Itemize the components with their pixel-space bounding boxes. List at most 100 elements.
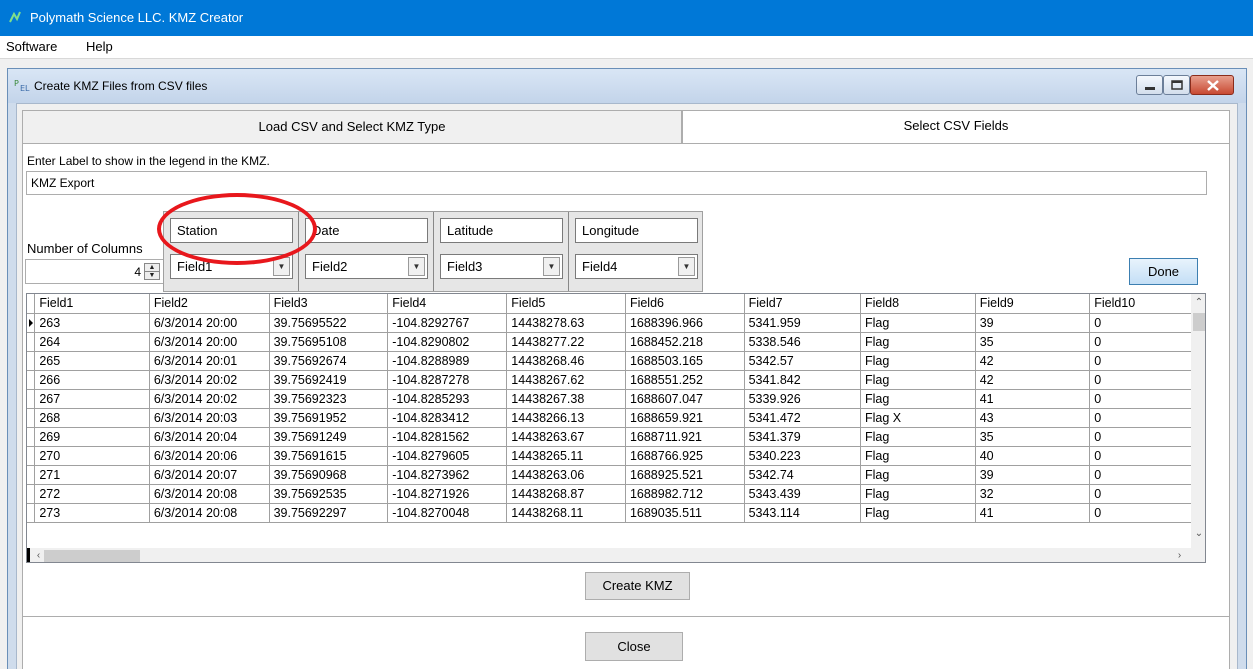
table-cell[interactable]: 0 [1089, 427, 1205, 447]
table-cell[interactable]: 0 [1089, 465, 1205, 485]
table-cell[interactable]: 6/3/2014 20:06 [149, 446, 270, 466]
table-cell[interactable]: 5339.926 [744, 389, 862, 409]
table-cell[interactable]: 0 [1089, 408, 1205, 428]
column-header[interactable]: Field1 [34, 294, 150, 314]
field-name-date[interactable]: Date [305, 218, 428, 243]
table-cell[interactable]: 6/3/2014 20:01 [149, 351, 270, 371]
table-cell[interactable]: Flag [860, 446, 976, 466]
table-cell[interactable]: 0 [1089, 313, 1205, 333]
table-cell[interactable]: 39.75692535 [269, 484, 389, 504]
table-cell[interactable]: 5338.546 [744, 332, 862, 352]
table-cell[interactable]: 35 [975, 332, 1091, 352]
table-cell[interactable]: 1688925.521 [625, 465, 745, 485]
table-cell[interactable]: 267 [34, 389, 150, 409]
table-cell[interactable]: Flag [860, 313, 976, 333]
table-cell[interactable]: 1689035.511 [625, 503, 745, 523]
close-button[interactable]: Close [585, 632, 683, 661]
table-cell[interactable]: 264 [34, 332, 150, 352]
table-cell[interactable]: 6/3/2014 20:02 [149, 370, 270, 390]
table-cell[interactable]: 268 [34, 408, 150, 428]
scroll-down-icon[interactable]: ⌄ [1191, 525, 1205, 542]
table-cell[interactable]: -104.8279605 [387, 446, 508, 466]
table-cell[interactable]: 269 [34, 427, 150, 447]
horizontal-scroll-thumb[interactable] [44, 550, 140, 562]
table-cell[interactable]: 41 [975, 389, 1091, 409]
table-cell[interactable]: 14438268.11 [506, 503, 626, 523]
table-cell[interactable]: Flag [860, 484, 976, 504]
table-cell[interactable]: 5342.74 [744, 465, 862, 485]
chevron-down-icon[interactable]: ▼ [408, 257, 425, 276]
table-cell[interactable]: 39.75695522 [269, 313, 389, 333]
row-header[interactable] [27, 389, 36, 409]
table-cell[interactable]: 0 [1089, 370, 1205, 390]
table-cell[interactable]: Flag X [860, 408, 976, 428]
table-cell[interactable]: 1688711.921 [625, 427, 745, 447]
table-cell[interactable]: -104.8271926 [387, 484, 508, 504]
field-select-longitude[interactable]: Field4 ▼ [575, 254, 698, 279]
table-cell[interactable]: 5341.959 [744, 313, 862, 333]
vertical-scroll-thumb[interactable] [1193, 313, 1205, 331]
create-kmz-button[interactable]: Create KMZ [585, 572, 690, 600]
table-cell[interactable]: 5343.439 [744, 484, 862, 504]
field-name-latitude[interactable]: Latitude [440, 218, 563, 243]
table-cell[interactable]: 5341.472 [744, 408, 862, 428]
table-cell[interactable]: -104.8281562 [387, 427, 508, 447]
table-cell[interactable]: 39.75692419 [269, 370, 389, 390]
vertical-scrollbar[interactable]: ⌃ ⌄ [1191, 294, 1205, 548]
column-header[interactable]: Field5 [506, 294, 626, 314]
table-cell[interactable]: 14438267.38 [506, 389, 626, 409]
table-row[interactable]: 266 6/3/2014 20:02 39.75692419 -104.8287278… [27, 370, 1205, 390]
table-cell[interactable]: 263 [34, 313, 150, 333]
table-row[interactable]: 268 6/3/2014 20:03 39.75691952 -104.8283412… [27, 408, 1205, 428]
column-header[interactable]: Field3 [269, 294, 389, 314]
row-header[interactable] [27, 427, 36, 447]
column-header[interactable]: Field2 [149, 294, 270, 314]
table-cell[interactable]: 39.75692674 [269, 351, 389, 371]
field-select-latitude[interactable]: Field3 ▼ [440, 254, 563, 279]
table-cell[interactable]: 5341.379 [744, 427, 862, 447]
table-cell[interactable]: 41 [975, 503, 1091, 523]
menu-help[interactable]: Help [86, 39, 113, 54]
table-cell[interactable]: 6/3/2014 20:02 [149, 389, 270, 409]
table-cell[interactable]: 35 [975, 427, 1091, 447]
table-row[interactable]: 272 6/3/2014 20:08 39.75692535 -104.8271926… [27, 484, 1205, 504]
table-cell[interactable]: 39.75695108 [269, 332, 389, 352]
row-header[interactable] [27, 446, 36, 466]
row-header[interactable] [27, 503, 36, 523]
table-cell[interactable]: 6/3/2014 20:07 [149, 465, 270, 485]
spin-down-icon[interactable]: ▼ [145, 272, 159, 280]
close-window-button[interactable] [1190, 75, 1234, 95]
field-select-date[interactable]: Field2 ▼ [305, 254, 428, 279]
table-cell[interactable]: Flag [860, 332, 976, 352]
table-cell[interactable]: -104.8288989 [387, 351, 508, 371]
table-cell[interactable]: 39.75692297 [269, 503, 389, 523]
table-row[interactable]: 267 6/3/2014 20:02 39.75692323 -104.8285293… [27, 389, 1205, 409]
table-cell[interactable]: 0 [1089, 389, 1205, 409]
table-cell[interactable]: 14438268.87 [506, 484, 626, 504]
column-header[interactable]: Field6 [625, 294, 745, 314]
table-cell[interactable]: 14438265.11 [506, 446, 626, 466]
spin-up-icon[interactable]: ▲ [145, 264, 159, 272]
row-header[interactable] [27, 313, 36, 333]
table-cell[interactable]: 0 [1089, 446, 1205, 466]
table-cell[interactable]: 1688659.921 [625, 408, 745, 428]
column-header[interactable]: Field7 [744, 294, 862, 314]
row-header[interactable] [27, 370, 36, 390]
table-cell[interactable]: 1688766.925 [625, 446, 745, 466]
column-header[interactable]: Field9 [975, 294, 1091, 314]
chevron-down-icon[interactable]: ▼ [678, 257, 695, 276]
table-cell[interactable]: Flag [860, 465, 976, 485]
done-button[interactable]: Done [1129, 258, 1198, 285]
table-cell[interactable]: 39 [975, 313, 1091, 333]
table-cell[interactable]: 5342.57 [744, 351, 862, 371]
row-header[interactable] [27, 484, 36, 504]
table-row[interactable]: 263 6/3/2014 20:00 39.75695522 -104.8292767… [27, 313, 1205, 333]
table-row[interactable]: 273 6/3/2014 20:08 39.75692297 -104.8270048… [27, 503, 1205, 523]
table-cell[interactable]: 39.75692323 [269, 389, 389, 409]
horizontal-scrollbar[interactable]: ‹ › [27, 548, 1205, 562]
table-cell[interactable]: -104.8273962 [387, 465, 508, 485]
table-cell[interactable]: 266 [34, 370, 150, 390]
table-cell[interactable]: -104.8292767 [387, 313, 508, 333]
menu-software[interactable]: Software [6, 39, 57, 54]
table-cell[interactable]: -104.8287278 [387, 370, 508, 390]
